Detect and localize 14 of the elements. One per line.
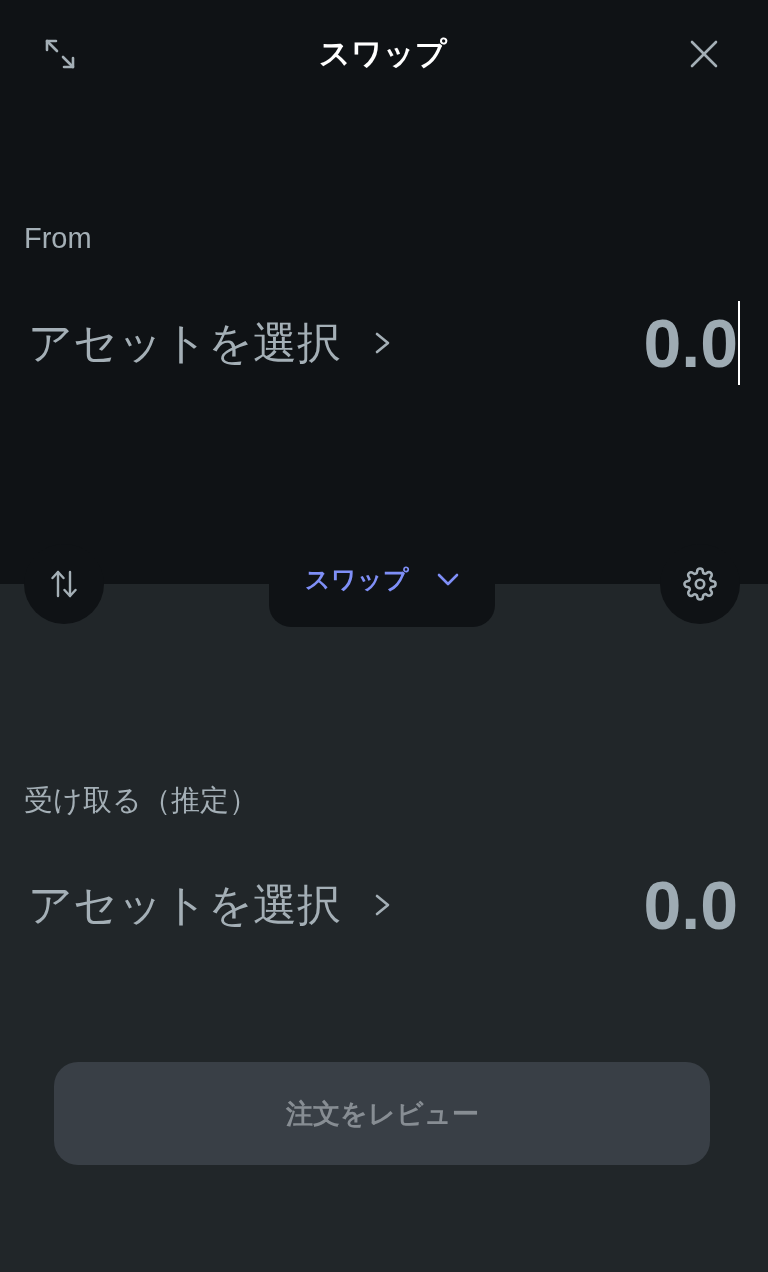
swap-vertical-icon [51, 570, 77, 598]
settings-icon [683, 567, 717, 601]
from-label: From [24, 222, 92, 254]
chevron-right-icon [375, 894, 390, 916]
asset-select-button[interactable]: アセットを選択 [28, 877, 390, 933]
close-icon[interactable] [690, 40, 718, 68]
chevron-down-icon [437, 573, 459, 586]
expand-icon[interactable] [44, 38, 76, 70]
asset-select-button[interactable]: アセットを選択 [28, 315, 390, 371]
window-title: スワップ [319, 35, 447, 73]
amount-input[interactable]: 0.0 [643, 301, 740, 385]
receive-label: 受け取る（推定） [24, 784, 258, 816]
chevron-right-icon [375, 332, 390, 354]
estimated-amount: 0.0 [643, 866, 739, 945]
